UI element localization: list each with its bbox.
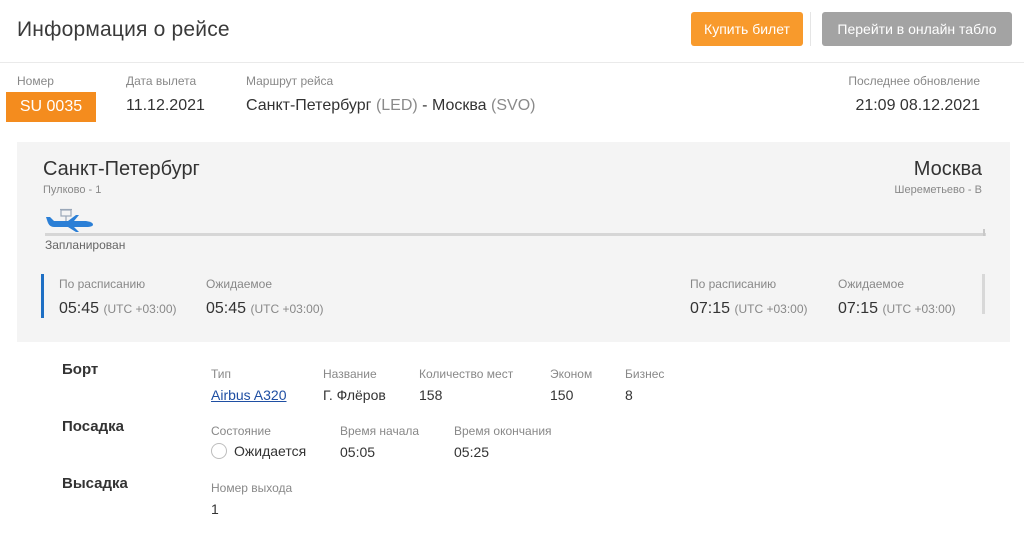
economy-value: 150 — [550, 387, 574, 403]
seats-value: 158 — [419, 387, 443, 403]
flight-status: Запланирован — [45, 238, 126, 252]
route-to-code: (SVO) — [491, 97, 536, 114]
boarding-start-label: Время начала — [340, 424, 420, 438]
dep-scheduled-tz: (UTC +03:00) — [103, 302, 177, 316]
radio-icon — [211, 443, 227, 459]
arr-expected-tz: (UTC +03:00) — [882, 302, 956, 316]
origin-city: Санкт-Петербург — [43, 158, 200, 180]
arr-expected-value: 07:15 — [838, 300, 879, 317]
boarding-state: Ожидается — [211, 443, 306, 459]
dep-expected-tz: (UTC +03:00) — [250, 302, 324, 316]
arr-scheduled-time: 07:15 (UTC +03:00) — [690, 300, 808, 318]
route-to-city: Москва — [431, 97, 487, 114]
boarding-start-value: 05:05 — [340, 444, 376, 460]
aircraft-type-link[interactable]: Airbus A320 — [211, 387, 287, 403]
gate-label: Номер выхода — [211, 481, 293, 495]
economy-label: Эконом — [550, 367, 593, 381]
online-board-button[interactable]: Перейти в онлайн табло — [822, 12, 1012, 46]
dep-expected-time: 05:45 (UTC +03:00) — [206, 300, 324, 318]
aircraft-name-label: Название — [323, 367, 377, 381]
dep-expected-label: Ожидаемое — [206, 277, 273, 291]
arr-expected-time: 07:15 (UTC +03:00) — [838, 300, 956, 318]
route-label: Маршрут рейса — [246, 74, 334, 88]
seats-label: Количество мест — [419, 367, 514, 381]
boarding-end-label: Время окончания — [454, 424, 552, 438]
destination-city: Москва — [913, 158, 982, 180]
aircraft-name-value: Г. Флёров — [323, 387, 386, 403]
last-update-value: 21:09 08.12.2021 — [855, 97, 980, 114]
arr-scheduled-value: 07:15 — [690, 300, 731, 317]
route-from-code: (LED) — [375, 97, 418, 114]
business-value: 8 — [625, 387, 633, 403]
dep-scheduled-time: 05:45 (UTC +03:00) — [59, 300, 177, 318]
destination-airport: Шереметьево - B — [894, 184, 982, 196]
aircraft-type-label: Тип — [211, 367, 232, 381]
route-from-city: Санкт-Петербург — [246, 97, 372, 114]
departure-date-value: 11.12.2021 — [126, 97, 205, 114]
flight-progress-end — [983, 229, 985, 236]
dep-scheduled-value: 05:45 — [59, 300, 100, 317]
origin-airport: Пулково - 1 — [43, 184, 102, 196]
departure-date-label: Дата вылета — [126, 74, 197, 88]
aircraft-section-title: Борт — [62, 361, 99, 378]
last-update-label: Последнее обновление — [848, 74, 980, 88]
boarding-state-label: Состояние — [211, 424, 271, 438]
departure-marker — [41, 274, 44, 318]
dep-scheduled-label: По расписанию — [59, 277, 146, 291]
arrival-marker — [982, 274, 985, 314]
arr-scheduled-tz: (UTC +03:00) — [734, 302, 808, 316]
gate-value: 1 — [211, 501, 219, 517]
airplane-icon — [46, 207, 96, 233]
arr-expected-label: Ожидаемое — [838, 277, 905, 291]
header-rule — [0, 62, 1024, 63]
route-value: Санкт-Петербург (LED) - Москва (SVO) — [246, 97, 535, 115]
boarding-end-value: 05:25 — [454, 444, 490, 460]
boarding-state-value: Ожидается — [234, 443, 307, 459]
flight-progress-track — [45, 233, 986, 236]
route-separator: - — [417, 97, 432, 114]
deboarding-section-title: Высадка — [62, 475, 128, 492]
business-label: Бизнес — [625, 367, 665, 381]
arr-scheduled-label: По расписанию — [690, 277, 777, 291]
buy-ticket-button[interactable]: Купить билет — [691, 12, 803, 46]
boarding-section-title: Посадка — [62, 418, 124, 435]
dep-expected-value: 05:45 — [206, 300, 247, 317]
page-title: Информация о рейсе — [17, 18, 230, 41]
flight-number-label: Номер — [17, 74, 54, 88]
header-divider — [810, 12, 811, 46]
flight-number-badge: SU 0035 — [6, 92, 96, 122]
